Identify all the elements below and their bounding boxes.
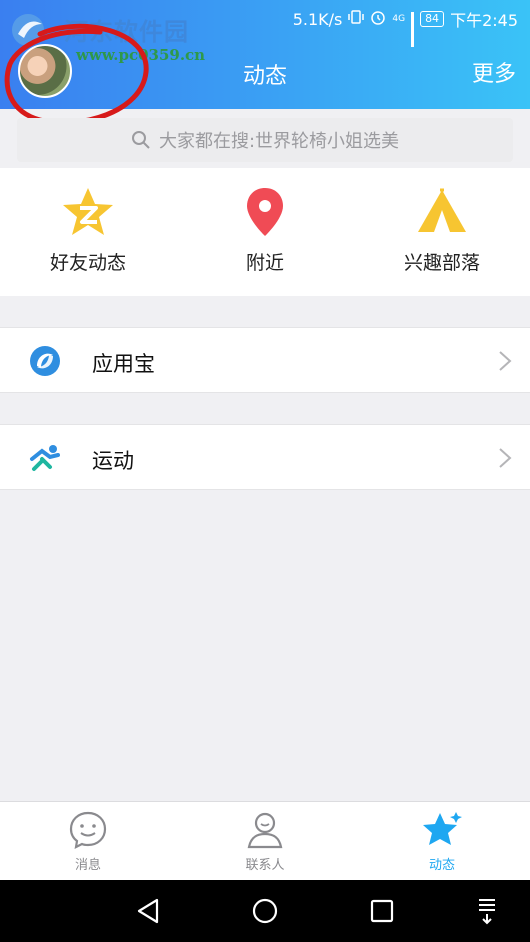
contacts-person-icon xyxy=(247,812,283,849)
tab-messages[interactable]: 消息 xyxy=(0,810,176,873)
chevron-right-icon xyxy=(499,351,512,371)
message-bubble-icon xyxy=(69,811,107,849)
running-icon xyxy=(30,445,60,471)
list-item-label: 运动 xyxy=(92,449,134,473)
clock: 下午2:45 xyxy=(450,11,518,30)
chevron-right-icon xyxy=(499,448,512,468)
status-icons: 5.1K/s 4G 84 下午2:45 xyxy=(292,7,518,47)
search-icon xyxy=(131,131,150,149)
network-type: 4G xyxy=(392,14,406,24)
back-icon[interactable] xyxy=(135,897,161,925)
list-item-app-store[interactable]: 应用宝 xyxy=(0,327,530,393)
notification-drawer-icon[interactable] xyxy=(476,896,498,926)
friends-feed-star-icon xyxy=(63,188,113,235)
more-button[interactable]: 更多 xyxy=(472,56,516,88)
alarm-icon xyxy=(370,9,386,29)
quick-item-label: 好友动态 xyxy=(49,252,126,274)
tab-label: 动态 xyxy=(428,858,455,873)
battery-icon: 84 xyxy=(420,11,445,27)
app-store-icon xyxy=(30,346,60,376)
quick-item-interest-tribe[interactable]: 兴趣部落 xyxy=(354,186,530,275)
search-placeholder: 大家都在搜:世界轮椅小姐选美 xyxy=(158,131,400,152)
tab-feed[interactable]: 动态 xyxy=(354,810,530,873)
vibrate-icon xyxy=(348,9,365,29)
star-icon xyxy=(423,812,462,845)
quick-entries: 好友动态 附近 兴趣部落 xyxy=(0,168,530,296)
tab-label: 联系人 xyxy=(245,858,285,873)
tent-icon xyxy=(418,188,466,232)
location-pin-icon xyxy=(247,188,283,236)
quick-item-nearby[interactable]: 附近 xyxy=(177,186,353,275)
system-nav-bar xyxy=(0,880,530,942)
list-item-label: 应用宝 xyxy=(92,352,155,376)
quick-item-label: 附近 xyxy=(245,252,284,274)
bottom-tab-bar: 消息 联系人 动态 xyxy=(0,801,530,880)
signal-icon xyxy=(411,12,415,47)
page-title: 动态 xyxy=(242,64,287,89)
recent-apps-icon[interactable] xyxy=(370,899,394,923)
search-input[interactable]: 大家都在搜:世界轮椅小姐选美 xyxy=(17,118,513,162)
quick-item-label: 兴趣部落 xyxy=(403,252,480,274)
quick-item-friends-feed[interactable]: 好友动态 xyxy=(0,186,176,275)
tab-contacts[interactable]: 联系人 xyxy=(177,810,353,873)
header-bar: 5.1K/s 4G 84 下午2:45 河东软件园 www.pc0359.cn … xyxy=(0,0,530,126)
tab-label: 消息 xyxy=(74,858,101,873)
home-icon[interactable] xyxy=(251,897,279,925)
list-item-sports[interactable]: 运动 xyxy=(0,424,530,490)
network-speed: 5.1K/s xyxy=(292,9,343,29)
